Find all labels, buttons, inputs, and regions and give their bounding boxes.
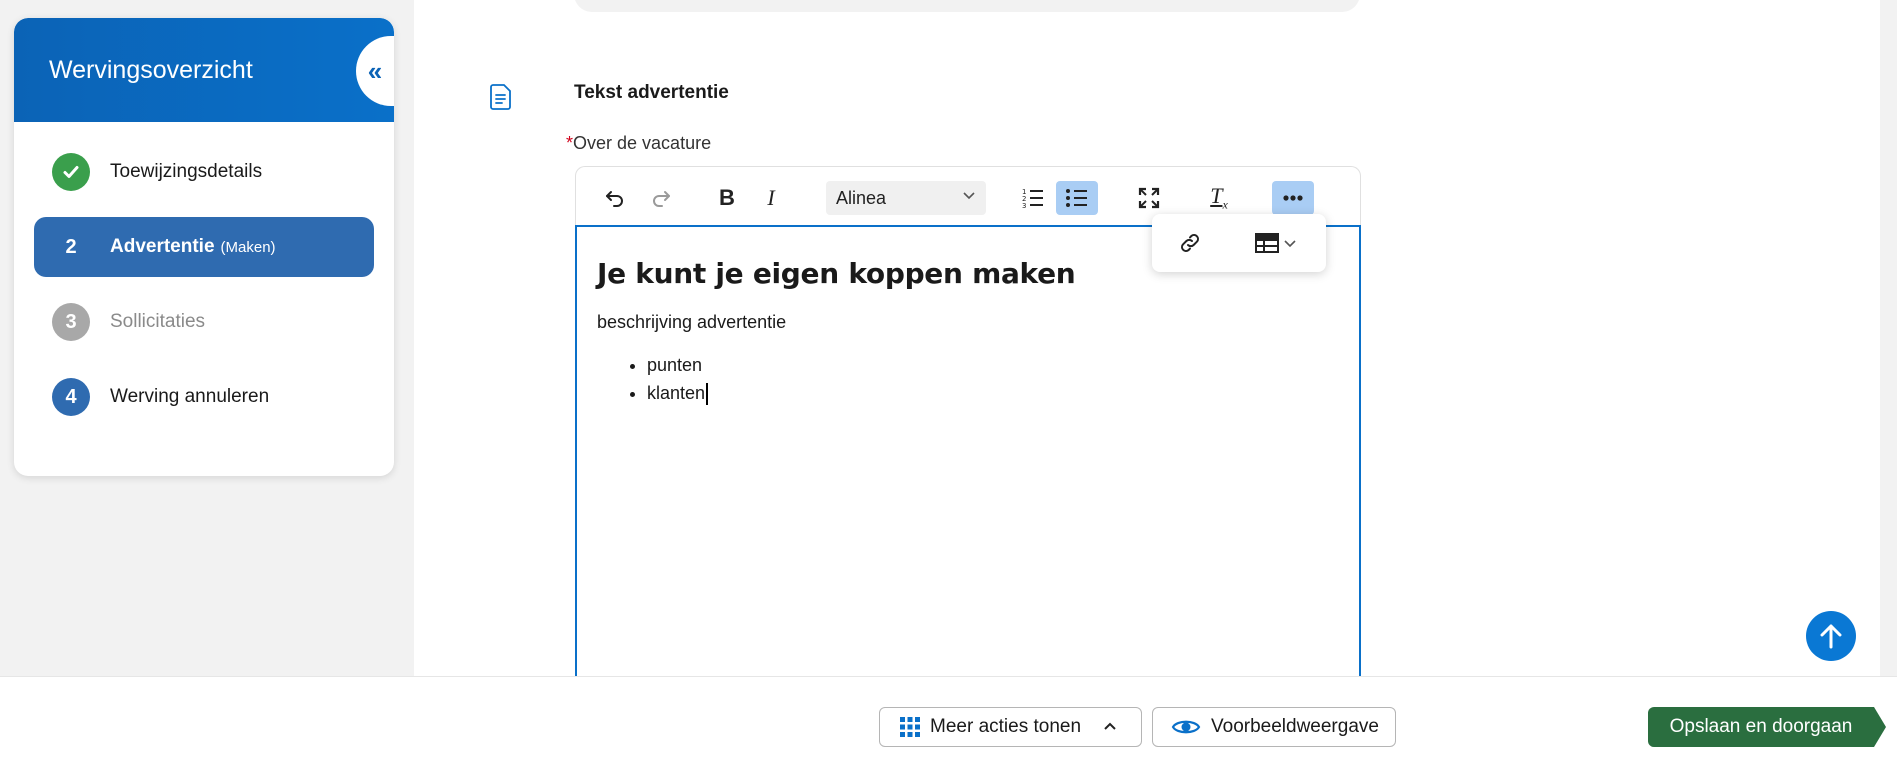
step-list: Toewijzingsdetails 2 Advertentie (Maken)… xyxy=(14,122,394,427)
block-format-select[interactable]: Alinea xyxy=(826,181,986,215)
block-format-value: Alinea xyxy=(836,187,887,208)
list-item: klanten xyxy=(647,379,1339,407)
save-and-continue-button[interactable]: Opslaan en doorgaan xyxy=(1648,707,1886,747)
svg-text:3: 3 xyxy=(1022,202,1026,209)
list-item-text: klanten xyxy=(647,383,706,403)
clear-format-button[interactable]: Tx xyxy=(1198,181,1240,215)
field-label: *Over de vacature xyxy=(566,133,711,154)
step-sollicitaties: 3 Sollicitaties xyxy=(34,292,374,352)
chevron-down-icon xyxy=(1284,240,1296,248)
chevrons-left-icon: « xyxy=(367,55,383,86)
sidebar-title: Wervingsoverzicht xyxy=(49,55,253,84)
fullscreen-icon xyxy=(1138,187,1160,209)
undo-icon xyxy=(606,191,623,207)
bold-icon: B xyxy=(719,185,735,210)
bold-button[interactable]: B xyxy=(706,181,748,215)
preview-label: Voorbeeldweergave xyxy=(1211,716,1379,737)
step-werving-annuleren[interactable]: 4 Werving annuleren xyxy=(34,367,374,427)
required-mark: * xyxy=(566,133,574,153)
main-content: Tekst advertentie *Over de vacature B I … xyxy=(414,0,1880,680)
section-title: Tekst advertentie xyxy=(574,82,729,103)
insert-table-button[interactable] xyxy=(1248,226,1304,260)
numbered-list-button[interactable]: 123 xyxy=(1012,181,1054,215)
more-options-popover xyxy=(1152,214,1326,272)
grid-icon xyxy=(900,717,920,737)
table-icon xyxy=(1255,233,1279,253)
more-icon xyxy=(1283,195,1303,201)
italic-icon: I xyxy=(767,185,775,210)
preview-button[interactable]: Voorbeeldweergave xyxy=(1152,707,1396,747)
previous-section-edge xyxy=(574,0,1360,12)
step-label: Toewijzingsdetails xyxy=(110,161,263,182)
editor-bullet-list: punten klanten xyxy=(597,351,1339,407)
chevron-up-icon xyxy=(1104,722,1116,730)
rich-text-editor[interactable]: Je kunt je eigen koppen maken beschrijvi… xyxy=(575,225,1361,680)
step-advertentie[interactable]: 2 Advertentie (Maken) xyxy=(34,217,374,277)
step-toewijzingsdetails[interactable]: Toewijzingsdetails xyxy=(34,142,374,202)
redo-icon xyxy=(653,191,670,207)
arrow-up-icon xyxy=(1820,624,1842,649)
bullet-list-icon xyxy=(1066,189,1087,207)
redo-button[interactable] xyxy=(640,181,682,215)
recruitment-sidebar: Wervingsoverzicht « Toewijzingsdetails 2… xyxy=(14,18,394,476)
link-icon xyxy=(1181,234,1199,252)
step-number: 2 xyxy=(65,235,77,258)
more-actions-label: Meer acties tonen xyxy=(930,716,1082,737)
document-icon xyxy=(490,84,512,110)
text-caret xyxy=(706,383,708,406)
field-label-text: Over de vacature xyxy=(573,133,712,153)
list-item: punten xyxy=(647,351,1339,379)
numbered-list-icon: 123 xyxy=(1022,188,1043,209)
step-label: Werving annuleren xyxy=(110,386,270,407)
check-icon xyxy=(52,153,90,191)
sidebar-header: Wervingsoverzicht « xyxy=(14,18,394,122)
step-sublabel: (Maken) xyxy=(220,238,276,256)
collapse-sidebar-button[interactable]: « xyxy=(356,36,394,106)
more-options-button[interactable] xyxy=(1272,181,1314,215)
italic-button[interactable]: I xyxy=(750,181,792,215)
step-number: 4 xyxy=(52,378,90,416)
more-actions-button[interactable]: Meer acties tonen xyxy=(879,707,1142,747)
clear-format-icon: Tx xyxy=(1210,183,1228,212)
eye-icon xyxy=(1171,720,1201,734)
editor-paragraph: beschrijving advertentie xyxy=(597,312,787,332)
save-label: Opslaan en doorgaan xyxy=(1669,716,1853,737)
undo-button[interactable] xyxy=(594,181,636,215)
insert-link-button[interactable] xyxy=(1170,226,1210,260)
step-number: 3 xyxy=(52,303,90,341)
step-label: Sollicitaties xyxy=(110,311,206,332)
fullscreen-button[interactable] xyxy=(1128,181,1170,215)
scroll-to-top-button[interactable] xyxy=(1806,611,1856,661)
chevron-down-icon xyxy=(963,192,975,200)
step-label: Advertentie xyxy=(110,236,215,257)
action-footer: Meer acties tonen Voorbeeldweergave Opsl… xyxy=(0,676,1897,770)
bullet-list-button[interactable] xyxy=(1056,181,1098,215)
